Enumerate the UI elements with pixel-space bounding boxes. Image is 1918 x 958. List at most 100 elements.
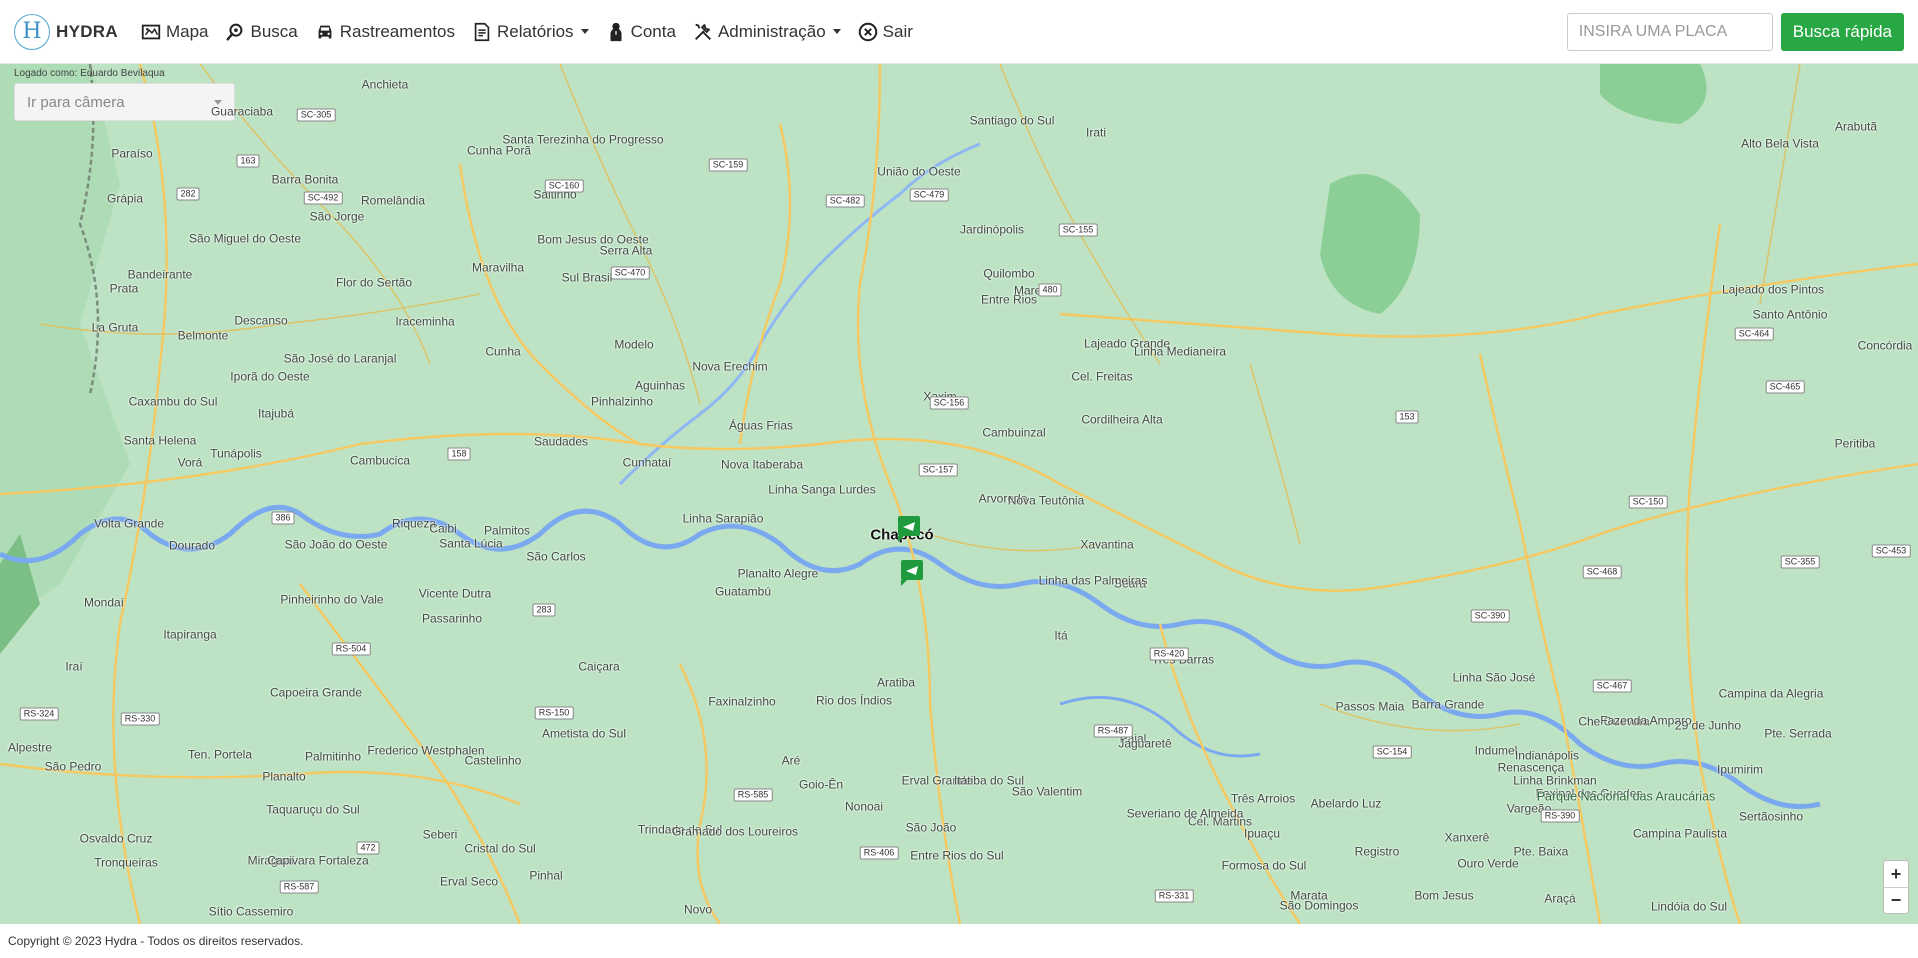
map-place-label: Guaraciaba xyxy=(210,104,274,119)
map-place-label: Xavantina xyxy=(1080,537,1134,552)
nav-item-mapa[interactable]: Mapa xyxy=(140,21,209,43)
map-place-label: Passos Maia xyxy=(1335,699,1405,714)
nav-item-busca[interactable]: Busca xyxy=(224,21,298,43)
road-shield: SC-464 xyxy=(1734,327,1774,341)
map-place-label: Itá xyxy=(1054,628,1068,643)
zoom-in-button[interactable]: + xyxy=(1884,861,1908,887)
map-place-label: Flor do Sertão xyxy=(335,275,413,290)
road-shield: SC-305 xyxy=(296,108,336,122)
brand[interactable]: H HYDRA xyxy=(14,13,118,50)
map-place-label: Sítio Cassemiro xyxy=(208,904,294,919)
map-place-label: Abelardo Luz xyxy=(1310,796,1382,811)
map-place-label: São Jorge xyxy=(309,209,365,224)
road-shield: SC-159 xyxy=(708,158,748,172)
map-place-label: Taquaruçu do Sul xyxy=(266,802,360,817)
map-place-label: Sertãosinho xyxy=(1738,809,1804,824)
map-place-label: São Domingos xyxy=(1279,898,1359,913)
road-shield: 158 xyxy=(447,447,471,461)
camera-marker-icon[interactable] xyxy=(901,560,923,586)
map-place-label: Pte. Baixa xyxy=(1513,844,1569,859)
map-place-label: Renascença xyxy=(1497,760,1565,775)
map-place-label: Capoeira Grande xyxy=(269,685,363,700)
plate-search-input[interactable] xyxy=(1566,12,1773,51)
report-icon xyxy=(474,22,490,41)
map-place-label: Arabutã xyxy=(1834,119,1878,134)
map-place-label: Novo xyxy=(683,902,713,917)
map-place-label: Barra Bonita xyxy=(271,172,339,187)
quick-search-button[interactable]: Busca rápida xyxy=(1780,12,1904,51)
map-place-label: Três Arroios xyxy=(1230,791,1296,806)
road-shield: 282 xyxy=(176,187,200,201)
road-shield: SC-467 xyxy=(1592,679,1632,693)
nav-item-label: Busca xyxy=(250,21,298,41)
nav-item-conta[interactable]: Conta xyxy=(605,21,676,43)
map-place-label: Cunha xyxy=(485,344,521,359)
map-place-label: São Pedro xyxy=(44,759,102,774)
road-shield: RS-331 xyxy=(1154,889,1194,903)
map-place-label: Peritiba xyxy=(1834,436,1876,451)
map-place-label: Nova Erechim xyxy=(692,359,768,374)
user-icon xyxy=(610,22,622,41)
road-shield: SC-465 xyxy=(1765,380,1805,394)
map-place-label: Rio dos Índios xyxy=(815,693,893,708)
map-place-label: Araçá xyxy=(1544,891,1576,906)
map-place-label: Ipuaçu xyxy=(1243,826,1281,841)
road-shield: RS-587 xyxy=(279,880,319,894)
map-place-label: Romelândia xyxy=(360,193,426,208)
map-place-label: Vicente Dutra xyxy=(418,586,492,601)
map-place-label: Descanso xyxy=(234,313,288,328)
road-shield: SC-482 xyxy=(825,194,865,208)
map-place-label: Prata xyxy=(109,281,139,296)
map-place-label: São José do Laranjal xyxy=(283,351,397,366)
map-place-label: Caibi xyxy=(429,521,457,536)
camera-select[interactable]: Ir para câmera xyxy=(14,83,235,121)
road-shield: SC-390 xyxy=(1470,609,1510,623)
map-place-label: Alpestre xyxy=(7,740,53,755)
map-place-label: Belmonte xyxy=(177,328,229,343)
chevron-down-icon xyxy=(832,29,841,34)
map-place-label: Tronqueiras xyxy=(94,855,158,870)
map-place-label: Cunhataí xyxy=(622,455,672,470)
road-shield: RS-504 xyxy=(331,642,371,656)
map-place-label: Iraí xyxy=(65,659,83,674)
nav-item-rastreamentos[interactable]: Rastreamentos xyxy=(314,21,455,43)
zoom-out-button[interactable]: − xyxy=(1884,887,1908,913)
map-place-label: Tunápolis xyxy=(210,446,262,461)
camera-marker-icon[interactable] xyxy=(898,516,920,542)
map-place-label: Erval Seco xyxy=(439,874,499,889)
nav-item-administracao[interactable]: Administração xyxy=(692,21,841,43)
map-place-label: Aguinhas xyxy=(634,378,686,393)
search-icon xyxy=(226,23,243,41)
map-place-label: Jaguaretê xyxy=(1118,736,1172,751)
road-shield: 153 xyxy=(1395,410,1419,424)
road-shield: SC-468 xyxy=(1582,565,1622,579)
road-shield: 480 xyxy=(1038,283,1062,297)
nav-item-label: Mapa xyxy=(165,21,209,41)
map-place-label: Iporã do Oeste xyxy=(230,369,310,384)
map-place-label: Lindóia do Sul xyxy=(1650,899,1728,914)
map-place-label: Pte. Serrada xyxy=(1764,726,1832,741)
map-place-label: Linha das Palmeiras xyxy=(1038,573,1148,588)
map-view[interactable]: Logado como: Eduardo Bevilaqua Ir para c… xyxy=(0,64,1918,924)
map-place-label: Cambuinzal xyxy=(982,425,1046,440)
map-place-label: Dourado xyxy=(168,538,216,553)
map-place-label: Santa Terezinha do Progresso xyxy=(502,132,664,147)
road-shield: 283 xyxy=(532,603,556,617)
nav-item-sair[interactable]: Sair xyxy=(857,21,913,43)
map-place-label: Gramado dos Loureiros xyxy=(671,824,799,839)
road-shield: RS-585 xyxy=(733,788,773,802)
map-place-label: Pinheirinho do Vale xyxy=(280,592,384,607)
road-shield: SC-156 xyxy=(929,396,969,410)
nav-item-relatorios[interactable]: Relatórios xyxy=(471,21,589,43)
map-place-label: Bandeirante xyxy=(127,267,193,282)
map-place-label: Modelo xyxy=(614,337,654,352)
map-place-label: Cordilheira Alta xyxy=(1081,412,1163,427)
map-place-label: Registro xyxy=(1354,844,1400,859)
road-shield: SC-355 xyxy=(1780,555,1820,569)
map-place-label: Jardinópolis xyxy=(959,222,1025,237)
zoom-controls: + − xyxy=(1883,860,1909,914)
map-place-label: 29 de Junho xyxy=(1674,718,1742,733)
map-place-label: Caxambu do Sul xyxy=(128,394,218,409)
map-place-label: Palmitinho xyxy=(304,749,362,764)
map-place-label: Campina Paulista xyxy=(1632,826,1728,841)
